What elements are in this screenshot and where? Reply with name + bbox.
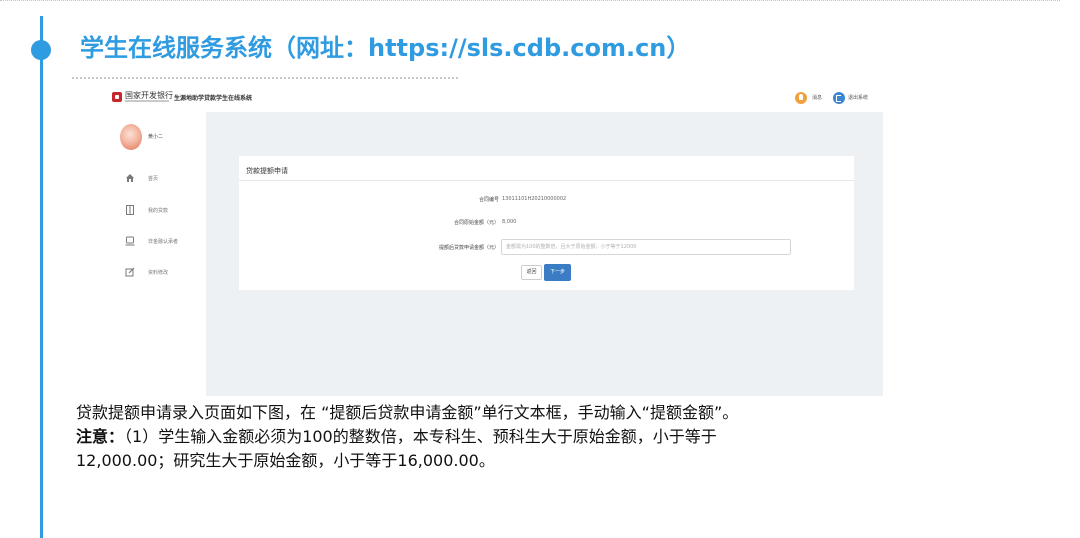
loan-increase-form: 贷款提额申请 合同编号 13011101H20210000002 合同原始金额（… (239, 156, 854, 290)
loan-icon (126, 205, 134, 215)
note-label: 注意： (76, 427, 125, 446)
timeline-dot (31, 40, 51, 60)
user-name: 黄小二 (148, 134, 164, 140)
slide-title: 学生在线服务系统（网址：https://sls.cdb.com.cn） (80, 34, 691, 62)
note-line: 注意：（1）学生输入金额必须为100的整数倍，本专科生、预科生大于原始金额，小于… (76, 425, 846, 449)
description: 贷款提额申请录入页面如下图，在 “提额后贷款申请金额”单行文本框，手动输入“提额… (76, 401, 846, 473)
sidebar-item-label: 首页 (148, 176, 159, 182)
description-line: 贷款提额申请录入页面如下图，在 “提额后贷款申请金额”单行文本框，手动输入“提额… (76, 403, 739, 422)
next-button[interactable]: 下一步 (544, 264, 571, 281)
main-content: 贷款提额申请 合同编号 13011101H20210000002 合同原始金额（… (206, 112, 883, 396)
avatar (120, 124, 142, 150)
sidebar-item-edit-profile[interactable]: 资料修改 (125, 266, 205, 280)
edit-icon (125, 267, 135, 277)
sidebar-item-home[interactable]: 首页 (125, 172, 205, 186)
increased-amount-label: 提额后贷款申请金额（元） (438, 245, 499, 251)
sidebar-item-label: 非金融认承者 (148, 239, 179, 245)
original-amount-label: 合同原始金额（元） (453, 220, 499, 226)
message-link[interactable]: 消息 (812, 94, 822, 101)
title-dotted-divider (72, 77, 458, 79)
system-name: 生源地助学贷款学生在线系统 (174, 95, 253, 102)
contract-number-value: 13011101H20210000002 (502, 196, 567, 202)
sidebar: 黄小二 首页 我的贷款 非金融认承者 资料修改 (105, 112, 206, 396)
increased-amount-input[interactable] (501, 239, 791, 255)
sidebar-item-label: 我的贷款 (148, 208, 169, 214)
sidebar-item-label: 资料修改 (148, 270, 169, 276)
bank-subtitle-line (125, 100, 169, 102)
note-text: （1）学生输入金额必须为100的整数倍，本专科生、预科生大于原始金额，小于等于 (124, 427, 717, 446)
back-button[interactable]: 返回 (521, 265, 542, 280)
logout-icon[interactable] (833, 92, 845, 104)
contract-number-label: 合同编号 (478, 197, 499, 203)
sidebar-item-my-loans[interactable]: 我的贷款 (125, 204, 205, 218)
logout-link[interactable]: 退出系统 (848, 94, 868, 101)
original-amount-value: 8,000 (502, 219, 517, 225)
timeline-line (40, 16, 43, 538)
form-divider (239, 180, 854, 181)
sidebar-item-certify[interactable]: 非金融认承者 (125, 235, 205, 249)
home-icon (126, 174, 134, 182)
bank-logo-icon (112, 92, 122, 102)
form-title: 贷款提额申请 (246, 167, 288, 175)
note-line-continued: 12,000.00；研究生大于原始金额，小于等于16,000.00。 (76, 451, 495, 470)
bell-icon[interactable] (795, 92, 807, 104)
top-dotted-divider (0, 0, 1060, 2)
certify-icon (125, 236, 135, 246)
embedded-screenshot: 国家开发银行 生源地助学贷款学生在线系统 消息 退出系统 黄小二 首页 我的贷款 (105, 84, 883, 396)
app-header: 国家开发银行 生源地助学贷款学生在线系统 消息 退出系统 (105, 84, 883, 112)
